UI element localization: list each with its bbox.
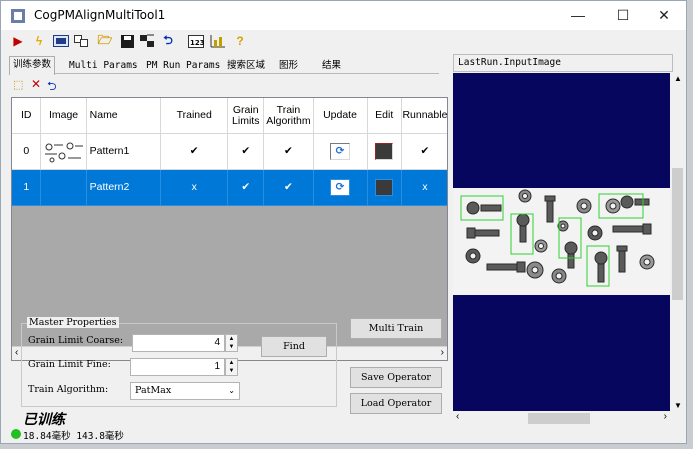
edit-cell	[367, 170, 402, 206]
col-image[interactable]: Image	[41, 98, 87, 134]
row-train-algorithm: ✔	[264, 170, 314, 206]
col-trained[interactable]: Trained	[161, 98, 229, 134]
row-id: 1	[12, 170, 42, 206]
save-operator-button[interactable]: Save Operator	[350, 367, 442, 388]
load-icon[interactable]: ⮌	[159, 32, 177, 50]
display-icon[interactable]	[52, 32, 70, 50]
grain-fine-field[interactable]: 1	[130, 358, 225, 376]
table-row[interactable]: 0 Pattern1 ✔ ✔ ✔ ⟳ ✔	[12, 134, 447, 170]
scroll-down-icon[interactable]: ▼	[674, 401, 682, 410]
grain-coarse-label: Grain Limit Coarse:	[28, 335, 124, 346]
col-train-algorithm[interactable]: Train Algorithm	[264, 98, 314, 134]
row-name: Pattern1	[86, 134, 162, 170]
edit-cell	[367, 134, 402, 170]
window-title: CogPMAlignMultiTool1	[34, 8, 166, 22]
timing-text: 18.84毫秒 143.8毫秒	[23, 431, 124, 442]
left-panel: 训练参数 Multi Params PM Run Params 搜索区域 图形 …	[7, 53, 448, 439]
col-edit[interactable]: Edit	[367, 98, 402, 134]
row-runnable: ✔	[401, 134, 447, 170]
row-train-algorithm: ✔	[264, 134, 314, 170]
train-algorithm-select[interactable]: PatMax ⌄	[130, 382, 240, 400]
col-grain-limits[interactable]: Grain Limits	[228, 98, 265, 134]
scrollbar-thumb[interactable]	[528, 413, 590, 424]
tab-results[interactable]: 结果	[319, 58, 344, 74]
image-title: LastRun.InputImage	[453, 54, 673, 72]
title-bar: CogPMAlignMultiTool1 — ☐ ✕	[1, 1, 686, 30]
tab-strip: 训练参数 Multi Params PM Run Params 搜索区域 图形 …	[9, 56, 439, 75]
scrollbar-thumb[interactable]	[672, 168, 683, 300]
app-icon	[11, 9, 25, 23]
chevron-down-icon: ⌄	[228, 386, 235, 395]
tab-search-region[interactable]: 搜索区域	[224, 58, 268, 74]
run-icon[interactable]: ▶	[9, 32, 27, 50]
row-grain-limits: ✔	[228, 170, 265, 206]
lightning-icon[interactable]: ϟ	[30, 32, 48, 50]
edit-icon[interactable]	[375, 179, 394, 196]
image-horizontal-scrollbar[interactable]: ‹ ›	[453, 411, 670, 426]
row-id: 0	[12, 134, 42, 170]
col-runnable[interactable]: Runnable	[401, 98, 447, 134]
grain-coarse-field[interactable]: 4	[132, 334, 225, 352]
train-algorithm-label: Train Algorithm:	[28, 384, 109, 395]
scroll-left-icon[interactable]: ‹	[15, 347, 18, 358]
grain-coarse-stepper[interactable]: ▲ ▼	[225, 334, 238, 352]
pattern-thumbnail	[41, 170, 87, 206]
import-icon[interactable]: ⮌	[47, 77, 57, 98]
edit-icon[interactable]	[375, 143, 394, 160]
add-row-icon[interactable]: ⬚	[13, 78, 23, 91]
image-panel: LastRun.InputImage ▲ ▼ ‹ ›	[453, 54, 685, 427]
col-name[interactable]: Name	[86, 98, 162, 134]
pattern-thumbnail	[41, 134, 87, 170]
col-id[interactable]: ID	[12, 98, 42, 134]
train-algorithm-value: PatMax	[135, 385, 172, 396]
help-icon[interactable]: ?	[231, 32, 249, 50]
multi-train-button[interactable]: Multi Train	[350, 318, 442, 339]
row-grain-limits: ✔	[228, 134, 265, 170]
master-properties-legend: Master Properties	[27, 317, 119, 328]
minimize-button[interactable]: —	[555, 1, 601, 30]
master-properties-group: Master Properties Grain Limit Coarse: 4 …	[21, 317, 337, 407]
maximize-button[interactable]: ☐	[600, 1, 646, 30]
update-cell: ⟳	[313, 170, 368, 206]
trained-status-label: 已训练	[23, 412, 65, 428]
status-bar: 18.84毫秒 143.8毫秒	[7, 428, 507, 442]
status-led-icon	[11, 429, 21, 439]
row-trained: x	[161, 170, 229, 206]
open-icon[interactable]: 🗁	[96, 32, 114, 50]
image-icon[interactable]: 123	[187, 32, 205, 50]
scroll-left-icon[interactable]: ‹	[456, 411, 459, 422]
parts-image	[453, 188, 670, 295]
tab-graphics[interactable]: 图形	[276, 58, 301, 74]
refresh-icon[interactable]: ⟳	[330, 179, 350, 196]
delete-row-icon[interactable]: ✕	[31, 77, 41, 91]
load-operator-button[interactable]: Load Operator	[350, 393, 442, 414]
scroll-right-icon[interactable]: ›	[664, 411, 667, 422]
scroll-up-icon[interactable]: ▲	[674, 74, 682, 83]
grain-fine-stepper[interactable]: ▲ ▼	[225, 358, 238, 376]
find-button[interactable]: Find	[261, 336, 327, 357]
image-display[interactable]	[453, 73, 670, 411]
image-vertical-scrollbar[interactable]: ▲ ▼	[670, 73, 685, 411]
table-row[interactable]: 1 Pattern2 x ✔ ✔ ⟳ x	[12, 170, 447, 206]
grain-fine-label: Grain Limit Fine:	[28, 359, 111, 370]
save-icon[interactable]	[118, 32, 136, 50]
scroll-right-icon[interactable]: ›	[441, 347, 444, 358]
grid-header: ID Image Name Trained Grain Limits Train…	[12, 98, 447, 134]
tab-multi-params[interactable]: Multi Params	[66, 58, 141, 74]
svg-text:123: 123	[190, 39, 204, 47]
row-name: Pattern2	[86, 170, 162, 206]
link-icon[interactable]	[72, 32, 90, 50]
tool-window: CogPMAlignMultiTool1 — ☐ ✕ ▶ ϟ 🗁 ⮌ 123 ?…	[0, 0, 687, 444]
chart-icon[interactable]	[209, 32, 227, 50]
row-trained: ✔	[161, 134, 229, 170]
update-cell: ⟳	[313, 134, 368, 170]
refresh-icon[interactable]: ⟳	[330, 143, 350, 160]
reset-icon[interactable]	[138, 32, 156, 50]
col-update[interactable]: Update	[313, 98, 368, 134]
toolbar: ▶ ϟ 🗁 ⮌ 123 ?	[1, 30, 686, 52]
tab-train-params[interactable]: 训练参数	[9, 56, 56, 75]
close-button[interactable]: ✕	[641, 1, 687, 30]
tab-pm-run-params[interactable]: PM Run Params	[143, 58, 223, 74]
row-runnable: x	[401, 170, 447, 206]
